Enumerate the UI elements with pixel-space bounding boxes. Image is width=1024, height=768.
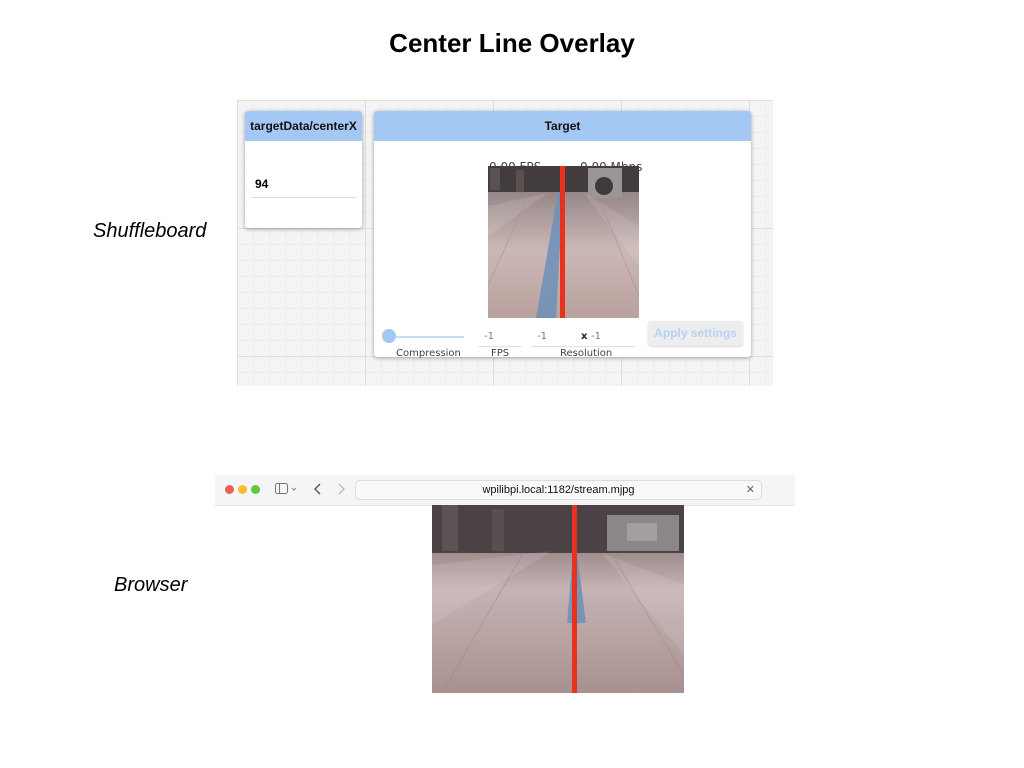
close-window-icon[interactable] — [225, 485, 234, 494]
browser-toolbar: wpilibpi.local:1182/stream.mjpg ✕ — [215, 475, 795, 506]
value-underline — [251, 197, 356, 198]
minimize-window-icon[interactable] — [238, 485, 247, 494]
height-input[interactable]: -1 — [591, 331, 601, 342]
camera-stream-image — [488, 166, 639, 318]
fps-input-underline — [478, 346, 522, 347]
browser-stream-image — [432, 505, 684, 693]
width-input[interactable]: -1 — [537, 331, 547, 342]
compression-label: Compression — [396, 348, 461, 359]
slide-title: Center Line Overlay — [389, 28, 635, 58]
browser-label: Browser — [114, 574, 188, 596]
resolution-separator: x — [581, 331, 588, 342]
apply-settings-button[interactable]: Apply settings — [648, 321, 743, 346]
back-chevron-icon[interactable] — [312, 481, 324, 502]
compression-slider-track[interactable] — [386, 336, 464, 338]
camera-tile[interactable]: Target 0.00 FPS 0.00 Mbps — [374, 111, 751, 359]
forward-chevron-icon[interactable] — [335, 481, 347, 502]
resolution-input-underline — [531, 346, 635, 347]
shuffleboard-label: Shuffleboard — [93, 220, 207, 242]
networktable-tile-title: targetData/centerX — [245, 111, 362, 141]
zoom-window-icon[interactable] — [251, 485, 260, 494]
camera-frame-graphic — [488, 166, 639, 318]
clear-address-icon[interactable]: ✕ — [746, 481, 755, 499]
compression-slider-knob[interactable] — [382, 329, 396, 343]
center-line-overlay — [560, 166, 565, 318]
centerx-value: 94 — [255, 177, 269, 191]
address-bar[interactable]: wpilibpi.local:1182/stream.mjpg ✕ — [355, 480, 762, 500]
resolution-label: Resolution — [560, 348, 613, 359]
shuffleboard-canvas: targetData/centerX 94 Target 0.00 FPS 0.… — [237, 100, 773, 386]
sidebar-toggle-icon[interactable] — [275, 481, 299, 502]
address-url: wpilibpi.local:1182/stream.mjpg — [482, 484, 635, 496]
browser-center-line-overlay — [572, 505, 577, 693]
browser-frame-graphic — [432, 505, 684, 693]
camera-tile-title: Target — [374, 111, 751, 141]
fps-label: FPS — [491, 348, 510, 359]
fps-input[interactable]: -1 — [484, 331, 494, 342]
networktable-tile[interactable]: targetData/centerX 94 — [245, 111, 362, 228]
